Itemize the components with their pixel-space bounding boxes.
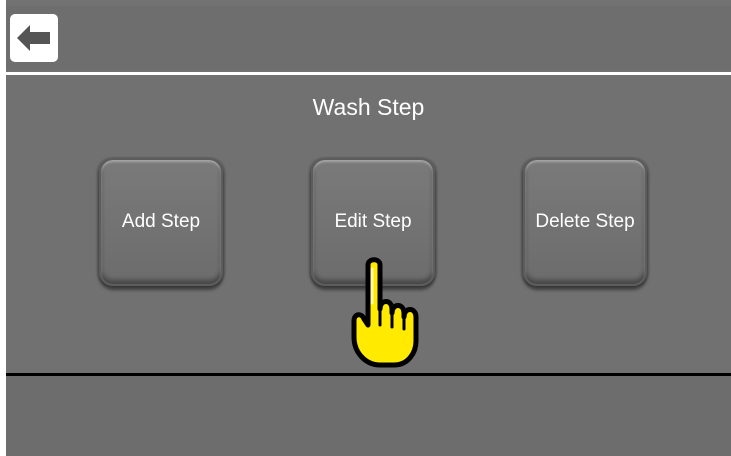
edit-step-label: Edit Step (334, 211, 412, 232)
back-arrow-icon (17, 25, 50, 51)
pointing-hand-icon (351, 257, 419, 368)
add-step-button[interactable]: Add Step (99, 158, 223, 286)
add-step-label: Add Step (121, 211, 201, 232)
touch-screen: Wash Step Add Step Edit Step Delete Step (6, 0, 731, 456)
page-title: Wash Step (312, 94, 425, 120)
back-button[interactable] (10, 14, 58, 62)
delete-step-label: Delete Step (535, 211, 635, 232)
header-bar (6, 6, 731, 70)
delete-step-button[interactable]: Delete Step (523, 158, 647, 286)
footer-bar (6, 376, 731, 456)
